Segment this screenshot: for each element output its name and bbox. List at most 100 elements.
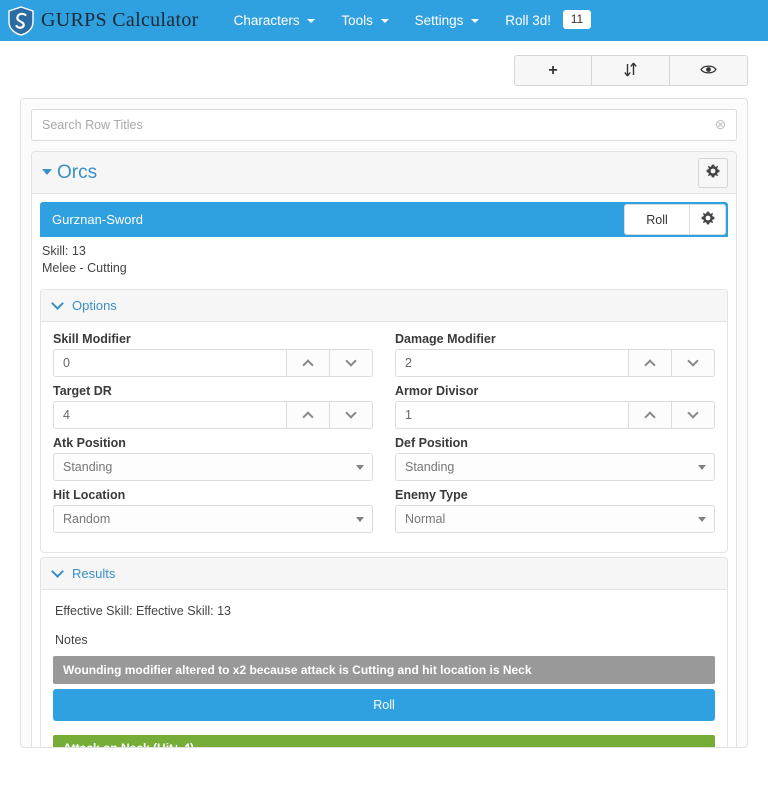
- label-damage-modifier: Damage Modifier: [395, 332, 715, 346]
- def-position-select[interactable]: Standing: [395, 453, 715, 481]
- armor-divisor-decrement[interactable]: [672, 401, 715, 429]
- damage-modifier-input[interactable]: [395, 349, 629, 377]
- chevron-up-icon: [644, 359, 655, 370]
- group-body: Gurznan-Sword Roll: [32, 194, 736, 748]
- results-section-header[interactable]: Results: [41, 558, 727, 590]
- effective-skill-line: Effective Skill: Effective Skill: 13: [53, 600, 715, 622]
- label-atk-position: Atk Position: [53, 436, 373, 450]
- chevron-up-icon: [644, 411, 655, 422]
- atk-position-select[interactable]: Standing: [53, 453, 373, 481]
- wounding-modifier-note: Wounding modifier altered to x2 because …: [53, 656, 715, 684]
- chevron-down-icon: [345, 355, 356, 366]
- row-card-gurznan-sword: Gurznan-Sword Roll: [40, 202, 728, 748]
- options-section-header[interactable]: Options: [41, 290, 727, 322]
- group-header: Orcs: [32, 152, 736, 194]
- options-section-body: Skill Modifier Target DR: [41, 322, 727, 552]
- attack-result-header: Attack on Neck (Hit+ 4): [53, 735, 715, 748]
- brand[interactable]: GURPS Calculator: [8, 6, 199, 36]
- group-settings-button[interactable]: [698, 158, 728, 188]
- chevron-down-icon: [687, 355, 698, 366]
- chevron-up-icon: [302, 359, 313, 370]
- row-type-line: Melee - Cutting: [42, 260, 726, 277]
- enemy-type-select[interactable]: Normal: [395, 505, 715, 533]
- nav-label-tools: Tools: [341, 13, 373, 28]
- enemy-type-select-wrap: Normal: [395, 505, 715, 533]
- clear-circle-icon[interactable]: ⊗: [713, 117, 728, 132]
- target-dr-stepper: [53, 401, 373, 429]
- label-hit-location: Hit Location: [53, 488, 373, 502]
- sort-updown-icon: [624, 62, 637, 80]
- row-roll-button[interactable]: Roll: [624, 204, 689, 235]
- notes-label: Notes: [53, 622, 715, 656]
- results-section: Results Effective Skill: Effective Skill…: [40, 557, 728, 748]
- chevron-up-icon: [302, 411, 313, 422]
- brand-title: GURPS Calculator: [41, 9, 199, 32]
- options-section-title: Options: [72, 298, 117, 313]
- skill-modifier-decrement[interactable]: [330, 349, 373, 377]
- nav-item-characters[interactable]: Characters: [221, 0, 329, 41]
- chevron-down-icon: [307, 19, 315, 23]
- add-row-button[interactable]: +: [514, 55, 592, 86]
- nav-label-characters: Characters: [234, 13, 300, 28]
- roll-3d-result-badge: 11: [563, 10, 591, 29]
- hit-location-select-wrap: Random: [53, 505, 373, 533]
- search-row: ⊗: [31, 109, 737, 141]
- row-roll-label: Roll: [646, 213, 668, 227]
- armor-divisor-input[interactable]: [395, 401, 629, 429]
- main-panel: ⊗ Orcs Gurznan-Sword: [20, 98, 748, 748]
- sort-button[interactable]: [592, 55, 670, 86]
- label-def-position: Def Position: [395, 436, 715, 450]
- plus-icon: +: [548, 63, 557, 79]
- armor-divisor-increment[interactable]: [629, 401, 672, 429]
- navbar: GURPS Calculator Characters Tools Settin…: [0, 0, 768, 41]
- search-input[interactable]: [31, 109, 737, 141]
- results-roll-button[interactable]: Roll: [53, 689, 715, 721]
- caret-down-icon: [42, 169, 52, 175]
- armor-divisor-stepper: [395, 401, 715, 429]
- nav-item-roll-3d[interactable]: Roll 3d! 11: [492, 0, 604, 41]
- chevron-down-icon: [381, 19, 389, 23]
- label-armor-divisor: Armor Divisor: [395, 384, 715, 398]
- eye-icon: [700, 63, 717, 78]
- gear-icon: [706, 164, 720, 181]
- options-col-left: Skill Modifier Target DR: [53, 332, 373, 540]
- hit-location-select[interactable]: Random: [53, 505, 373, 533]
- chevron-down-icon: [51, 297, 64, 310]
- skill-modifier-stepper: [53, 349, 373, 377]
- group-toggle-orcs[interactable]: Orcs: [42, 162, 698, 184]
- chevron-down-icon: [51, 565, 64, 578]
- label-enemy-type: Enemy Type: [395, 488, 715, 502]
- results-section-body: Effective Skill: Effective Skill: 13 Not…: [41, 590, 727, 748]
- view-toggle-button[interactable]: [670, 55, 748, 86]
- skill-modifier-increment[interactable]: [287, 349, 330, 377]
- gear-icon: [701, 211, 715, 228]
- row-settings-button[interactable]: [689, 204, 726, 235]
- damage-modifier-decrement[interactable]: [672, 349, 715, 377]
- nav-label-settings: Settings: [415, 13, 464, 28]
- group-title-label: Orcs: [57, 162, 97, 183]
- row-header[interactable]: Gurznan-Sword Roll: [40, 202, 728, 237]
- damage-modifier-stepper: [395, 349, 715, 377]
- skill-modifier-input[interactable]: [53, 349, 287, 377]
- row-meta: Skill: 13 Melee - Cutting: [40, 237, 728, 285]
- target-dr-input[interactable]: [53, 401, 287, 429]
- nav-item-tools[interactable]: Tools: [328, 0, 401, 41]
- damage-modifier-increment[interactable]: [629, 349, 672, 377]
- options-col-right: Damage Modifier Armor Divisor: [395, 332, 715, 540]
- options-form: Skill Modifier Target DR: [53, 332, 715, 540]
- atk-position-select-wrap: Standing: [53, 453, 373, 481]
- row-skill-line: Skill: 13: [42, 243, 726, 260]
- group-card-orcs: Orcs Gurznan-Sword Roll: [31, 151, 737, 748]
- chevron-down-icon: [345, 407, 356, 418]
- chevron-down-icon: [687, 407, 698, 418]
- def-position-select-wrap: Standing: [395, 453, 715, 481]
- options-section: Options Skill Modifier: [40, 289, 728, 553]
- nav-item-settings[interactable]: Settings: [402, 0, 493, 41]
- target-dr-increment[interactable]: [287, 401, 330, 429]
- toolbar: +: [0, 41, 768, 86]
- label-skill-modifier: Skill Modifier: [53, 332, 373, 346]
- target-dr-decrement[interactable]: [330, 401, 373, 429]
- roll-3d-label: Roll 3d!: [505, 13, 551, 28]
- shield-icon: [8, 6, 34, 36]
- row-title-label: Gurznan-Sword: [52, 212, 622, 227]
